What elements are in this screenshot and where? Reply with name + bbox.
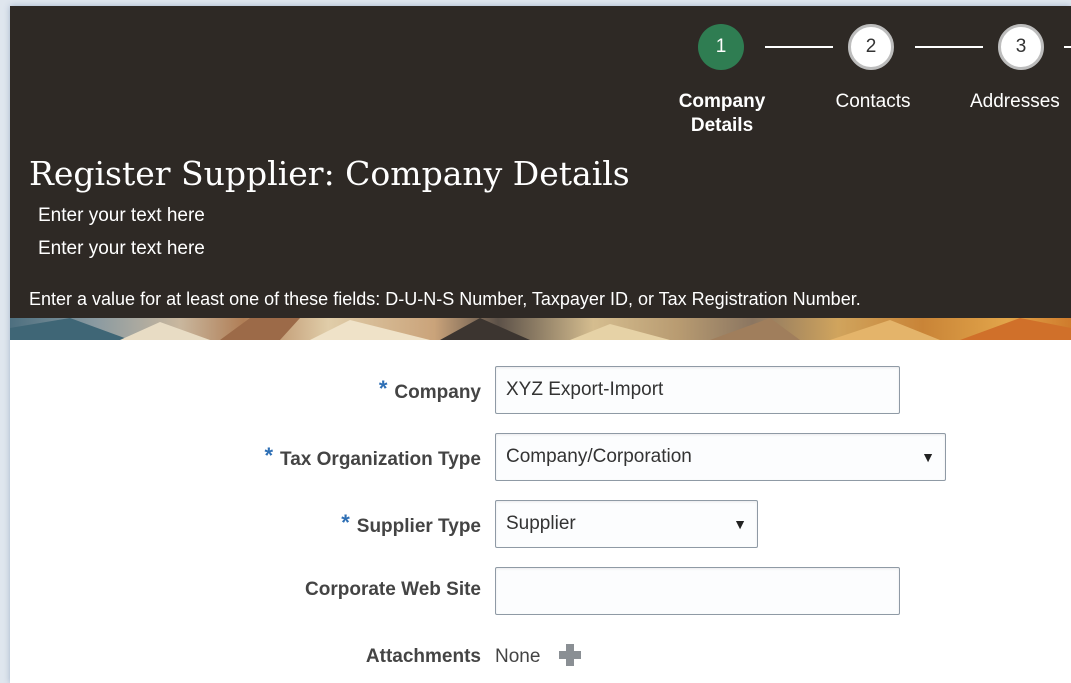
tax-organization-type-select[interactable]: Company/Corporation ▼ — [495, 433, 946, 481]
tax-organization-type-row: * Tax Organization Type Company/Corporati… — [10, 433, 1071, 481]
step-1-label-line2: Details — [690, 115, 754, 136]
page-header: 1 2 3 Company Details Contacts Addresses… — [10, 6, 1071, 340]
train-connector — [915, 46, 983, 48]
chevron-down-icon[interactable]: ▼ — [733, 501, 747, 547]
attachments-value: None — [495, 646, 541, 667]
supplier-type-label-text: Supplier Type — [356, 516, 481, 537]
page-frame: 1 2 3 Company Details Contacts Addresses… — [10, 6, 1071, 683]
plus-icon[interactable] — [557, 642, 583, 668]
step-3-label[interactable]: Addresses — [970, 90, 1071, 114]
supplier-type-label: * Supplier Type — [341, 510, 481, 538]
step-2-label[interactable]: Contacts — [818, 90, 928, 114]
train-connector — [1064, 46, 1071, 48]
step-1-circle[interactable]: 1 — [698, 24, 744, 70]
company-row: * Company XYZ Export-Import — [10, 366, 1071, 414]
train-connector — [765, 46, 833, 48]
step-2-circle[interactable]: 2 — [848, 24, 894, 70]
tax-organization-type-label: * Tax Organization Type — [264, 443, 481, 471]
company-label-text: Company — [394, 382, 481, 403]
company-input[interactable]: XYZ Export-Import — [495, 366, 900, 414]
attachments-row: Attachments None — [10, 634, 1071, 682]
corporate-web-site-input[interactable] — [495, 567, 900, 615]
supplier-type-row: * Supplier Type Supplier ▼ — [10, 500, 1071, 548]
page-title: Register Supplier: Company Details — [29, 154, 630, 193]
instruction-text-2: Enter your text here — [38, 238, 205, 259]
tax-organization-type-label-text: Tax Organization Type — [280, 449, 481, 470]
step-1-label-line1: Company — [678, 91, 766, 112]
supplier-type-value: Supplier — [506, 513, 576, 534]
step-1-label[interactable]: Company Details — [662, 90, 782, 138]
decorative-banner-strip — [10, 318, 1071, 340]
required-asterisk: * — [264, 443, 274, 468]
attachments-label: Attachments — [365, 646, 481, 667]
step-3-circle[interactable]: 3 — [998, 24, 1044, 70]
required-fields-notice: Enter a value for at least one of these … — [29, 289, 861, 309]
required-asterisk: * — [378, 376, 388, 401]
chevron-down-icon[interactable]: ▼ — [921, 434, 935, 480]
tax-organization-type-value: Company/Corporation — [506, 446, 692, 467]
corporate-web-site-row: Corporate Web Site — [10, 567, 1071, 615]
instruction-text-1: Enter your text here — [38, 205, 205, 226]
required-asterisk: * — [341, 510, 350, 535]
supplier-type-select[interactable]: Supplier ▼ — [495, 500, 758, 548]
company-label: * Company — [378, 376, 481, 404]
corporate-web-site-label: Corporate Web Site — [305, 579, 481, 600]
